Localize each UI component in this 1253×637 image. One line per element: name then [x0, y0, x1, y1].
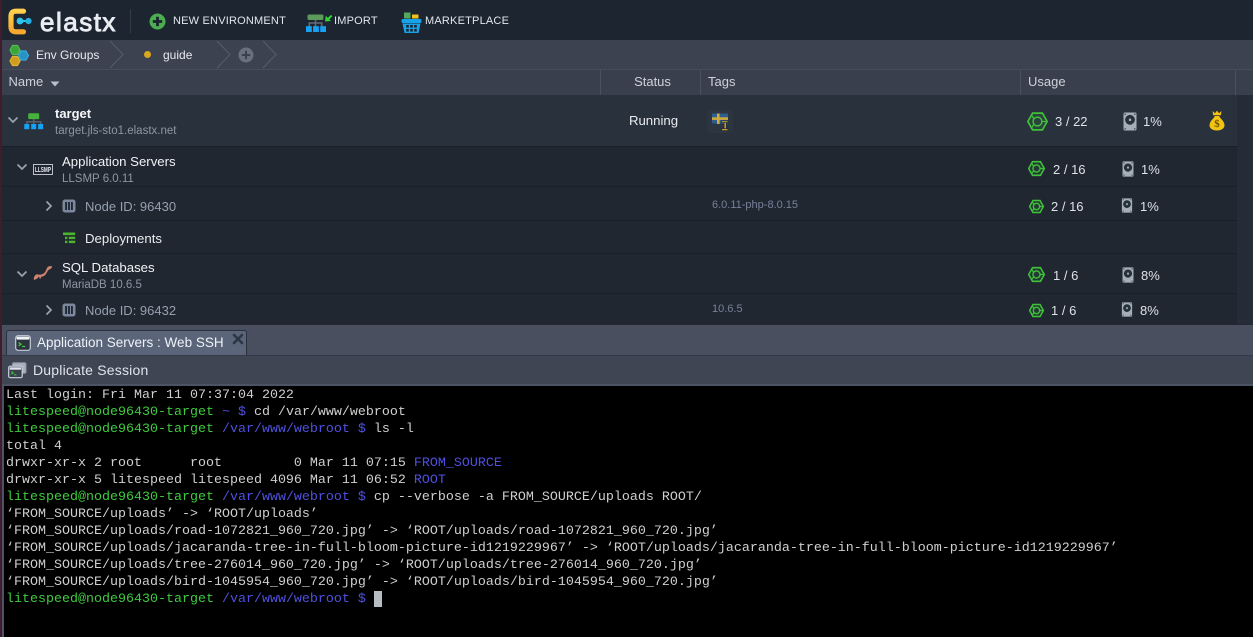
svg-text:LLSMP: LLSMP — [35, 167, 51, 174]
svg-text:$: $ — [1214, 118, 1220, 130]
